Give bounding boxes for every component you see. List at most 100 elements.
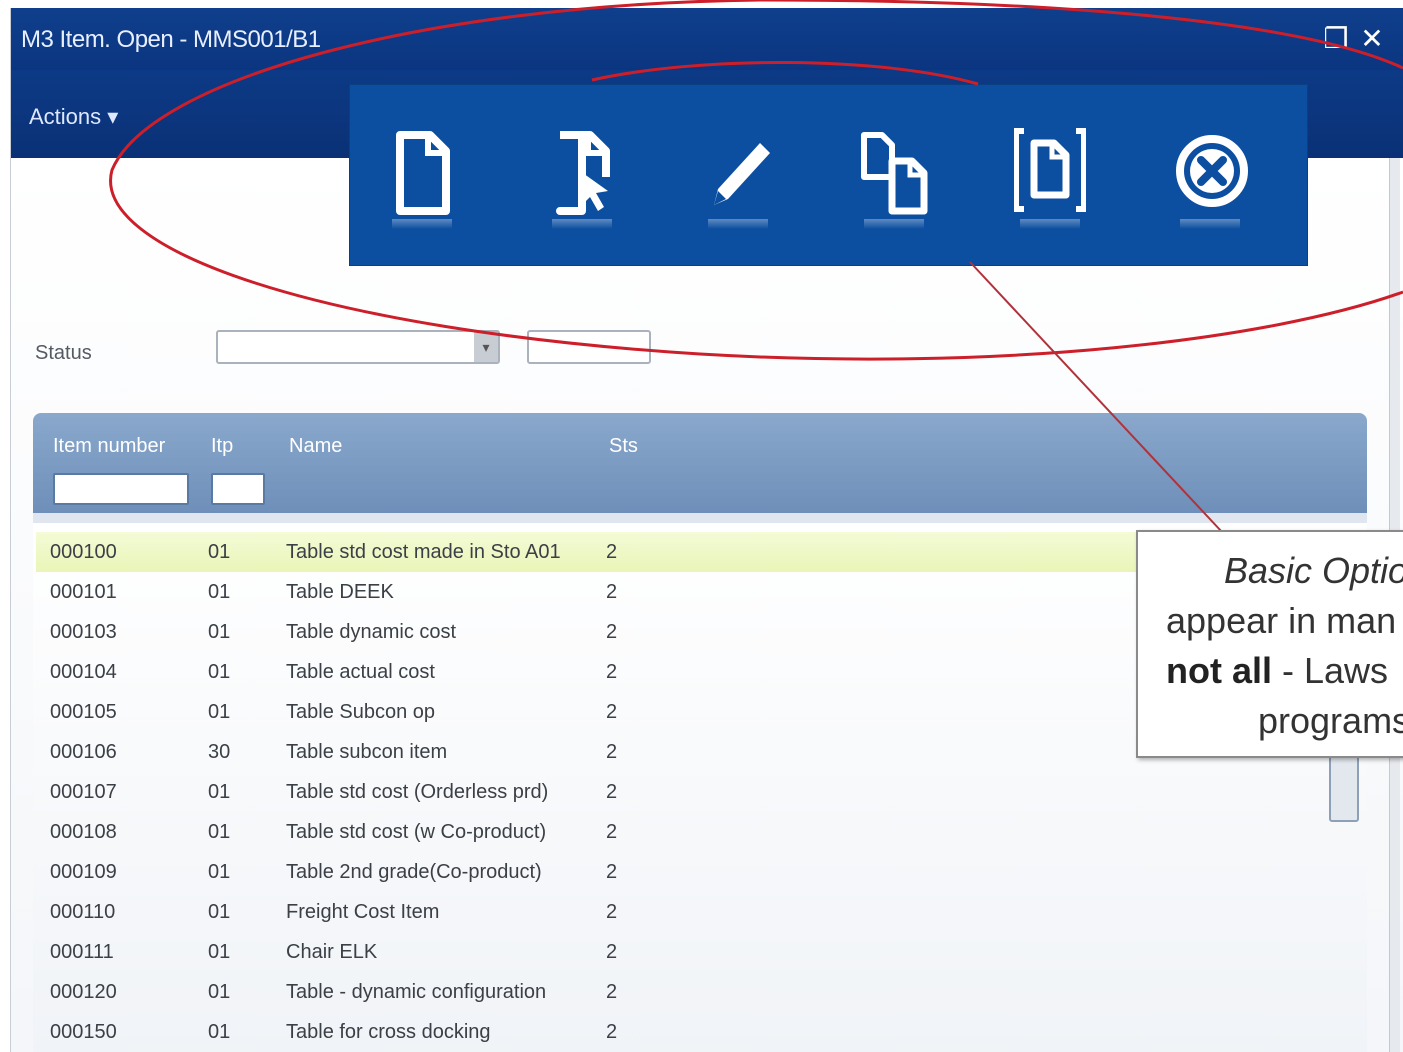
cell-sts: 2 [606,541,618,563]
cell-item-number: 000150 [50,1021,117,1043]
table-row[interactable]: 000109 01 Table 2nd grade(Co-product) 2 [36,852,1136,892]
delete-circle-icon [1176,135,1248,207]
table-row[interactable]: 000110 01 Freight Cost Item 2 [36,892,1136,932]
grid-scrollbar-thumb[interactable] [1329,748,1359,822]
cell-itp: 01 [208,661,231,683]
display-button[interactable] [1000,119,1100,229]
cell-name: Table dynamic cost [286,621,457,643]
table-row[interactable]: 000120 01 Table - dynamic configuration 2 [36,972,1136,1012]
table-row[interactable]: 000108 01 Table std cost (w Co-product) 2 [36,812,1136,852]
cell-item-number: 000103 [50,621,117,643]
itp-filter-input[interactable] [211,473,265,505]
table-row[interactable]: 000103 01 Table dynamic cost 2 [36,612,1136,652]
cell-item-number: 000110 [50,901,116,923]
grid-header: Item number Itp Name Sts [33,413,1367,513]
cell-sts: 2 [606,581,618,603]
delete-button[interactable] [1160,119,1260,229]
edit-pencil-icon [714,143,770,205]
cell-item-number: 000107 [50,781,117,803]
maximize-icon[interactable]: ❐ [1321,24,1351,54]
status-to-input[interactable] [527,330,651,364]
cell-name: Table subcon item [286,741,448,763]
table-row[interactable]: 000106 30 Table subcon item 2 [36,732,1136,772]
cell-name: Table Subcon op [286,701,436,723]
cell-sts: 2 [606,701,618,723]
cell-name: Chair ELK [286,941,378,963]
cell-item-number: 000104 [50,661,117,683]
cell-sts: 2 [606,821,618,843]
table-row[interactable]: 000111 01 Chair ELK 2 [36,932,1136,972]
cell-itp: 01 [208,581,231,603]
cell-sts: 2 [606,901,618,923]
status-label: Status [35,342,92,364]
cell-itp: 30 [208,741,231,763]
column-itp[interactable]: Itp [211,435,233,458]
dropdown-icon[interactable]: ▾ [474,332,498,362]
cell-item-number: 000120 [50,981,117,1003]
change-button[interactable] [688,119,788,229]
table-row[interactable]: 000104 01 Table actual cost 2 [36,652,1136,692]
cell-name: Freight Cost Item [286,901,440,923]
cell-item-number: 000111 [50,941,114,963]
status-from-input[interactable]: ▾ [216,330,500,364]
cell-name: Table actual cost [286,661,435,683]
annotation-callout: Basic Optio appear in man not all - Laws… [1136,530,1403,758]
callout-line-2: appear in man [1166,600,1397,641]
cell-itp: 01 [208,941,231,963]
table-row[interactable]: 000105 01 Table Subcon op 2 [36,692,1136,732]
column-sts[interactable]: Sts [609,435,638,458]
cell-name: Table std cost (Orderless prd) [286,781,549,803]
cell-item-number: 000101 [50,581,117,603]
open-document-icon [556,131,610,215]
callout-line-1: Basic Optio [1224,550,1403,591]
cell-itp: 01 [208,1021,231,1043]
cell-name: Table for cross docking [286,1021,491,1043]
actions-menu[interactable]: Actions ▾ [29,104,118,130]
cell-sts: 2 [606,741,618,763]
copy-document-icon [861,132,928,215]
cell-itp: 01 [208,901,231,923]
title-bar: M3 Item. Open - MMS001/B1 ❐ ✕ [11,8,1403,70]
cell-name: Table - dynamic configuration [286,981,547,1003]
column-item-number[interactable]: Item number [53,435,165,458]
cell-item-number: 000108 [50,821,117,843]
item-number-filter-input[interactable] [53,473,189,505]
cell-item-number: 000105 [50,701,117,723]
cell-sts: 2 [606,1021,618,1043]
cell-sts: 2 [606,781,618,803]
cell-name: Table std cost made in Sto A01 [286,541,561,563]
table-row[interactable]: 000101 01 Table DEEK 2 [36,572,1136,612]
cell-itp: 01 [208,861,231,883]
cell-sts: 2 [606,941,618,963]
cell-item-number: 000106 [50,741,117,763]
cell-itp: 01 [208,621,231,643]
table-row[interactable]: 000107 01 Table std cost (Orderless prd) 2 [36,772,1136,812]
cell-item-number: 000109 [50,861,117,883]
callout-line-4: programs [1258,700,1403,741]
cell-sts: 2 [606,861,618,883]
callout-line-3: not all - Laws [1166,650,1388,692]
display-document-icon [1014,128,1086,212]
table-row[interactable]: 000100 01 Table std cost made in Sto A01 2 [36,532,1136,572]
new-document-icon [396,131,450,215]
cell-sts: 2 [606,621,618,643]
window-title: M3 Item. Open - MMS001/B1 [21,26,321,53]
cell-itp: 01 [208,541,231,563]
new-button[interactable] [372,119,472,229]
cell-name: Table 2nd grade(Co-product) [286,861,542,883]
cell-item-number: 000100 [50,541,117,563]
cell-itp: 01 [208,981,231,1003]
cell-sts: 2 [606,661,618,683]
callout-line-3-rest: - Laws [1272,650,1389,691]
cell-itp: 01 [208,781,231,803]
cell-sts: 2 [606,981,618,1003]
column-name[interactable]: Name [289,435,342,458]
open-button[interactable] [532,119,632,229]
table-row[interactable]: 000150 01 Table for cross docking 2 [36,1012,1136,1052]
cell-itp: 01 [208,821,231,843]
cell-itp: 01 [208,701,231,723]
cell-name: Table std cost (w Co-product) [286,821,547,843]
close-icon[interactable]: ✕ [1357,24,1387,54]
copy-button[interactable] [844,119,944,229]
callout-bold-text: not all [1166,650,1272,691]
